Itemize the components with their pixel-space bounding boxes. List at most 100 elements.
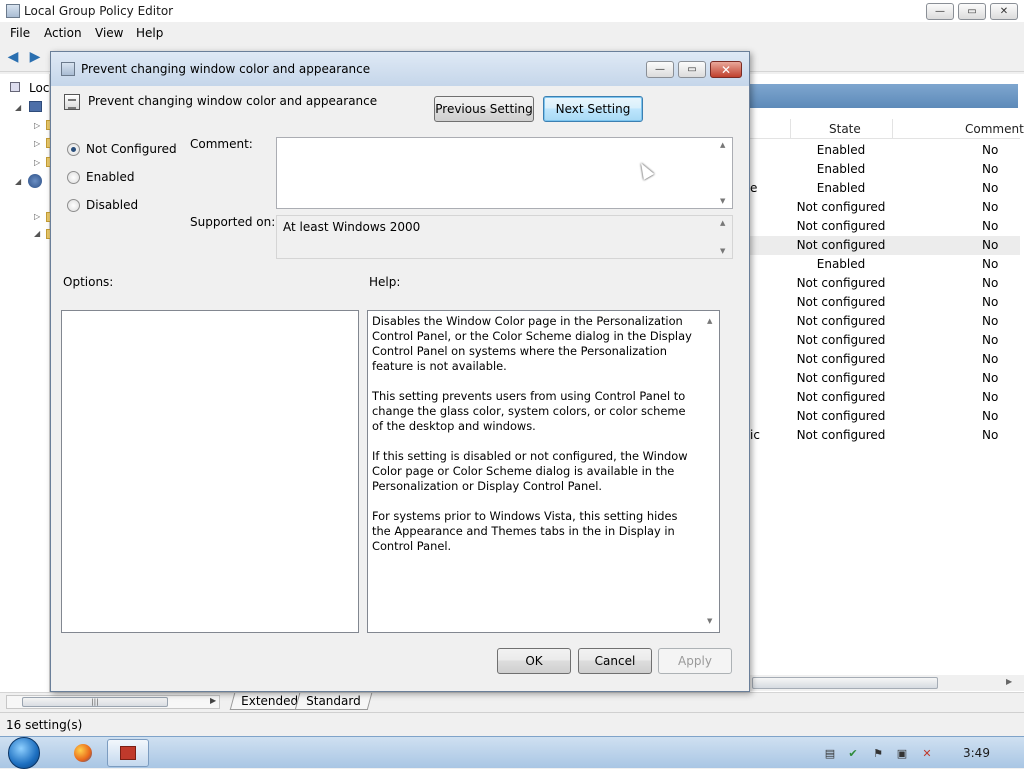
tab-standard[interactable]: Standard — [294, 693, 372, 710]
comment-textarea[interactable]: ▲ ▼ — [276, 137, 733, 209]
row-comment: No — [982, 352, 999, 366]
main-titlebar[interactable]: Local Group Policy Editor — ▭ ✕ — [0, 0, 1024, 22]
tree-expand-icon[interactable]: ▷ — [34, 121, 40, 130]
tree-expand-icon[interactable]: ▷ — [34, 212, 40, 221]
flag-icon[interactable]: ⚑ — [871, 746, 885, 760]
back-arrow-icon[interactable]: ◀ — [4, 48, 22, 66]
list-row[interactable]: Enabled No — [750, 141, 1020, 160]
menu-file[interactable]: File — [10, 26, 30, 40]
list-row[interactable]: Not configured No — [750, 369, 1020, 388]
radio-enabled[interactable]: Enabled — [67, 169, 135, 185]
list-header-band — [750, 84, 1018, 108]
help-panel[interactable]: Disables the Window Color page in the Pe… — [367, 310, 720, 633]
row-state: Enabled — [816, 162, 866, 176]
list-row[interactable]: Not configured No — [750, 407, 1020, 426]
next-setting-button[interactable]: Next Setting — [543, 96, 643, 122]
scroll-down-icon[interactable]: ▼ — [720, 197, 725, 205]
apply-button[interactable]: Apply — [658, 648, 732, 674]
column-separator[interactable] — [892, 119, 893, 139]
dialog-titlebar[interactable]: Prevent changing window color and appear… — [51, 52, 749, 86]
column-separator[interactable] — [790, 119, 791, 139]
radio-disabled[interactable]: Disabled — [67, 197, 138, 213]
comment-scrollbar[interactable]: ▲ ▼ — [716, 138, 732, 208]
clock[interactable]: 3:49 — [963, 746, 990, 760]
scroll-down-icon[interactable]: ▼ — [720, 247, 725, 255]
firefox-taskbar-button[interactable] — [62, 739, 104, 767]
list-row[interactable]: Not configured No — [750, 274, 1020, 293]
radio-not-configured[interactable]: Not Configured — [67, 141, 177, 157]
help-paragraph: For systems prior to Windows Vista, this… — [372, 509, 678, 553]
tree-expand-icon[interactable]: ◢ — [34, 229, 40, 238]
ok-button[interactable]: OK — [497, 648, 571, 674]
row-comment: No — [982, 390, 999, 404]
column-header-comment[interactable]: Comment — [965, 122, 1024, 136]
help-paragraph: This setting prevents users from using C… — [372, 389, 686, 433]
list-row[interactable]: Not configured No — [750, 198, 1020, 217]
list-row[interactable]: Not configured No — [750, 293, 1020, 312]
radio-indicator[interactable] — [67, 198, 80, 212]
policy-editor-taskbar-button[interactable] — [107, 739, 149, 767]
close-button[interactable]: ✕ — [990, 3, 1018, 20]
restore-button[interactable]: ▭ — [958, 3, 986, 20]
row-state: Not configured — [796, 295, 886, 309]
supported-on-value: At least Windows 2000 — [283, 220, 421, 234]
minimize-button[interactable]: — — [926, 3, 954, 20]
forward-arrow-icon[interactable]: ▶ — [26, 48, 44, 66]
list-row[interactable]: Enabled No — [750, 160, 1020, 179]
tree-expand-icon[interactable]: ◢ — [15, 177, 21, 186]
supported-on-label: Supported on: — [190, 215, 276, 229]
radio-enabled-label: Enabled — [86, 170, 135, 184]
row-comment: No — [982, 257, 999, 271]
tree-expand-icon[interactable]: ▷ — [34, 139, 40, 148]
scroll-down-icon[interactable]: ▼ — [707, 614, 712, 629]
scroll-right-icon[interactable]: ▶ — [210, 696, 216, 705]
list-row-selected[interactable]: Not configured No — [750, 236, 1020, 255]
row-state: Not configured — [796, 371, 886, 385]
tree-scrollbar-thumb[interactable]: ||| — [22, 697, 168, 707]
start-button[interactable] — [8, 737, 40, 769]
list-scrollbar-thumb[interactable] — [752, 677, 938, 689]
supported-scrollbar[interactable]: ▲ ▼ — [716, 216, 732, 258]
list-row[interactable]: ic Not configured No — [750, 426, 1020, 445]
row-state: Enabled — [816, 143, 866, 157]
scroll-up-icon[interactable]: ▲ — [720, 141, 725, 149]
menu-view[interactable]: View — [95, 26, 123, 40]
cancel-button[interactable]: Cancel — [578, 648, 652, 674]
row-comment: No — [982, 143, 999, 157]
dialog-maximize-button[interactable]: ▭ — [678, 61, 706, 78]
status-bar: 16 setting(s) — [0, 712, 1024, 736]
help-paragraph: If this setting is disabled or not confi… — [372, 449, 688, 493]
dialog-minimize-button[interactable]: — — [646, 61, 674, 78]
column-header-state[interactable]: State — [829, 122, 861, 136]
list-row[interactable]: e Enabled No — [750, 179, 1020, 198]
menu-file-label: File — [10, 26, 31, 40]
tree-expand-icon[interactable]: ◢ — [15, 103, 21, 112]
tree-expand-icon[interactable]: ▷ — [34, 158, 40, 167]
network-icon[interactable]: ▣ — [895, 746, 909, 760]
comment-label: Comment: — [190, 137, 253, 151]
policy-setting-dialog: Prevent changing window color and appear… — [50, 51, 750, 692]
scroll-up-icon[interactable]: ▲ — [720, 219, 725, 227]
action-center-icon[interactable]: ▤ — [823, 746, 837, 760]
tree-pane[interactable]: Loc ◢ ▷ ▷ ▷ ◢ ▷ ◢ — [0, 74, 54, 692]
volume-muted-icon[interactable]: ✕ — [920, 746, 934, 760]
security-icon[interactable]: ✔ — [846, 746, 860, 760]
radio-indicator[interactable] — [67, 170, 80, 184]
scroll-right-icon[interactable]: ▶ — [1006, 677, 1012, 686]
list-row[interactable]: Not configured No — [750, 350, 1020, 369]
help-scrollbar[interactable]: ▲ ▼ — [703, 311, 719, 632]
list-row[interactable]: Enabled No — [750, 255, 1020, 274]
list-row[interactable]: Not configured No — [750, 331, 1020, 350]
row-comment: No — [982, 162, 999, 176]
previous-setting-button[interactable]: Previous Setting — [434, 96, 534, 122]
row-state: Not configured — [796, 238, 886, 252]
list-row[interactable]: Not configured No — [750, 312, 1020, 331]
scroll-up-icon[interactable]: ▲ — [707, 314, 712, 329]
menu-help[interactable]: Help — [136, 26, 163, 40]
dialog-close-button[interactable]: ✕ — [710, 61, 742, 78]
tree-root-label[interactable]: Loc — [29, 81, 49, 95]
list-row[interactable]: Not configured No — [750, 388, 1020, 407]
list-row[interactable]: Not configured No — [750, 217, 1020, 236]
menu-action[interactable]: Action — [44, 26, 82, 40]
radio-selected-indicator[interactable] — [67, 142, 80, 156]
